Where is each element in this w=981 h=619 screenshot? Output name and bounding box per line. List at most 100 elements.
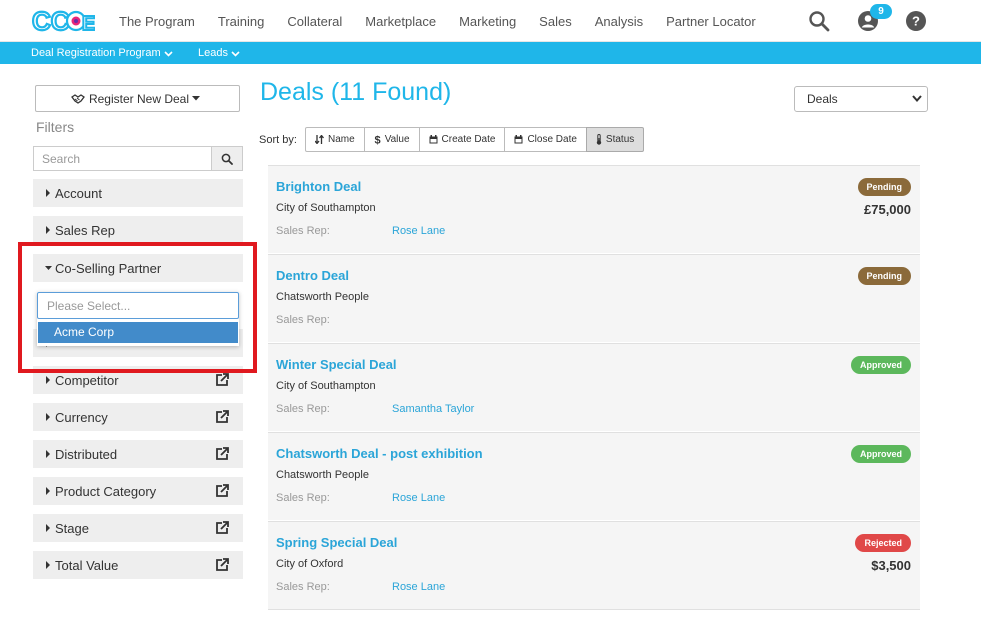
filter-product-category-label: Product Category [55, 483, 157, 499]
co-selling-partner-dropdown: Acme Corp [37, 292, 239, 346]
filter-stage[interactable]: Stage [33, 514, 243, 542]
filter-search-input[interactable] [34, 147, 212, 170]
deal-value: $3,500 [871, 558, 911, 573]
svg-text:$: $ [374, 135, 380, 146]
search-icon [221, 153, 233, 165]
caret-right-icon [46, 189, 50, 197]
svg-text:E: E [82, 13, 95, 35]
calendar-icon [429, 135, 438, 144]
deal-rep-label: Sales Rep: [276, 314, 330, 326]
dollar-icon: $ [374, 135, 380, 146]
caret-right-icon [46, 376, 50, 384]
calendar-icon [514, 135, 523, 144]
subnav-deal-registration-label: Deal Registration Program [31, 47, 161, 59]
deal-rep[interactable]: Rose Lane [392, 492, 445, 504]
sort-name-button[interactable]: Name [305, 127, 365, 152]
deal-card[interactable]: Chatsworth Deal - post exhibition Chatsw… [268, 432, 920, 520]
nav-training[interactable]: Training [218, 14, 264, 29]
sort-status-label: Status [605, 134, 635, 145]
help-icon[interactable]: ? [905, 10, 927, 32]
deal-name[interactable]: Spring Special Deal [276, 535, 397, 550]
external-link-icon[interactable] [215, 558, 229, 572]
filter-sales-rep-label: Sales Rep [55, 222, 115, 238]
external-link-icon[interactable] [215, 521, 229, 535]
co-selling-partner-select-input[interactable] [37, 292, 239, 319]
deal-rep[interactable]: Rose Lane [392, 225, 445, 237]
sort-value-label: Value [384, 134, 410, 145]
sub-navbar: Deal Registration Program Leads [0, 42, 981, 64]
filter-search [33, 146, 243, 171]
caret-right-icon [46, 561, 50, 569]
register-new-deal-button[interactable]: Register New Deal [35, 85, 240, 112]
caret-right-icon [46, 413, 50, 421]
deal-account: Chatsworth People [276, 291, 369, 303]
external-link-icon[interactable] [215, 410, 229, 424]
deal-rep[interactable]: Samantha Taylor [392, 403, 474, 415]
status-badge: Pending [857, 267, 911, 285]
chevron-down-icon [164, 51, 173, 57]
caret-right-icon [46, 487, 50, 495]
filter-distributed[interactable]: Distributed [33, 440, 243, 468]
page-title: Deals (11 Found) [260, 78, 452, 106]
chevron-down-icon [912, 95, 922, 102]
subnav-leads[interactable]: Leads [198, 42, 240, 64]
deal-card[interactable]: Brighton Deal City of Southampton Sales … [268, 165, 920, 253]
subnav-leads-label: Leads [198, 47, 228, 59]
filter-co-selling-partner[interactable]: Co-Selling Partner [33, 254, 243, 282]
sort-value-button[interactable]: $ Value [363, 127, 420, 152]
deal-rep-label: Sales Rep: [276, 225, 330, 237]
filter-product-category[interactable]: Product Category [33, 477, 243, 505]
external-link-icon[interactable] [215, 447, 229, 461]
filter-distributed-label: Distributed [55, 446, 118, 462]
thermometer-icon [596, 134, 602, 145]
nav-the-program[interactable]: The Program [119, 14, 195, 29]
nav-sales[interactable]: Sales [539, 14, 572, 29]
filter-sales-rep[interactable]: Sales Rep [33, 216, 243, 244]
deal-name[interactable]: Winter Special Deal [276, 357, 397, 372]
main-nav: The Program Training Collateral Marketpl… [119, 0, 779, 42]
dropdown-option-acme-corp[interactable]: Acme Corp [38, 322, 238, 343]
nav-collateral[interactable]: Collateral [287, 14, 342, 29]
filter-co-selling-partner-label: Co-Selling Partner [55, 260, 162, 276]
nav-partner-locator[interactable]: Partner Locator [666, 14, 756, 29]
deal-card[interactable]: Dentro Deal Chatsworth People Sales Rep:… [268, 254, 920, 342]
deal-rep-label: Sales Rep: [276, 403, 330, 415]
deal-account: City of Oxford [276, 558, 344, 570]
external-link-icon[interactable] [215, 484, 229, 498]
filter-account-label: Account [55, 185, 102, 201]
list-bottom-divider [268, 609, 920, 610]
caret-right-icon [46, 524, 50, 532]
filter-account[interactable]: Account [33, 179, 243, 207]
ccoe-logo[interactable]: CC E [31, 6, 95, 36]
filter-total-value[interactable]: Total Value [33, 551, 243, 579]
caret-right-icon [46, 450, 50, 458]
filter-search-button[interactable] [211, 147, 242, 170]
deal-rep[interactable]: Rose Lane [392, 581, 445, 593]
deal-name[interactable]: Chatsworth Deal - post exhibition [276, 446, 483, 461]
filter-currency-label: Currency [55, 409, 108, 425]
status-badge: Rejected [855, 534, 911, 552]
sort-status-button[interactable]: Status [585, 127, 645, 152]
sort-by-label: Sort by: [259, 134, 297, 146]
sort-close-date-button[interactable]: Close Date [504, 127, 587, 152]
search-icon[interactable] [808, 10, 830, 32]
notification-badge: 9 [870, 4, 892, 19]
deal-card[interactable]: Spring Special Deal City of Oxford Sales… [268, 521, 920, 609]
nav-marketing[interactable]: Marketing [459, 14, 516, 29]
filter-currency[interactable]: Currency [33, 403, 243, 431]
top-navbar: CC E The Program Training Collateral Mar… [0, 0, 981, 42]
external-link-icon[interactable] [215, 373, 229, 387]
deal-card[interactable]: Winter Special Deal City of Southampton … [268, 343, 920, 431]
view-select[interactable]: Deals [794, 86, 928, 112]
filter-competitor[interactable]: Competitor [33, 366, 243, 394]
sort-create-date-button[interactable]: Create Date [418, 127, 506, 152]
subnav-deal-registration[interactable]: Deal Registration Program [31, 42, 173, 64]
deal-value: £75,000 [864, 202, 911, 217]
deal-name[interactable]: Dentro Deal [276, 268, 349, 283]
nav-marketplace[interactable]: Marketplace [365, 14, 436, 29]
deal-rep-label: Sales Rep: [276, 581, 330, 593]
nav-analysis[interactable]: Analysis [595, 14, 643, 29]
deal-name[interactable]: Brighton Deal [276, 179, 361, 194]
filters-title: Filters [36, 119, 75, 135]
sort-close-date-label: Close Date [527, 134, 577, 145]
